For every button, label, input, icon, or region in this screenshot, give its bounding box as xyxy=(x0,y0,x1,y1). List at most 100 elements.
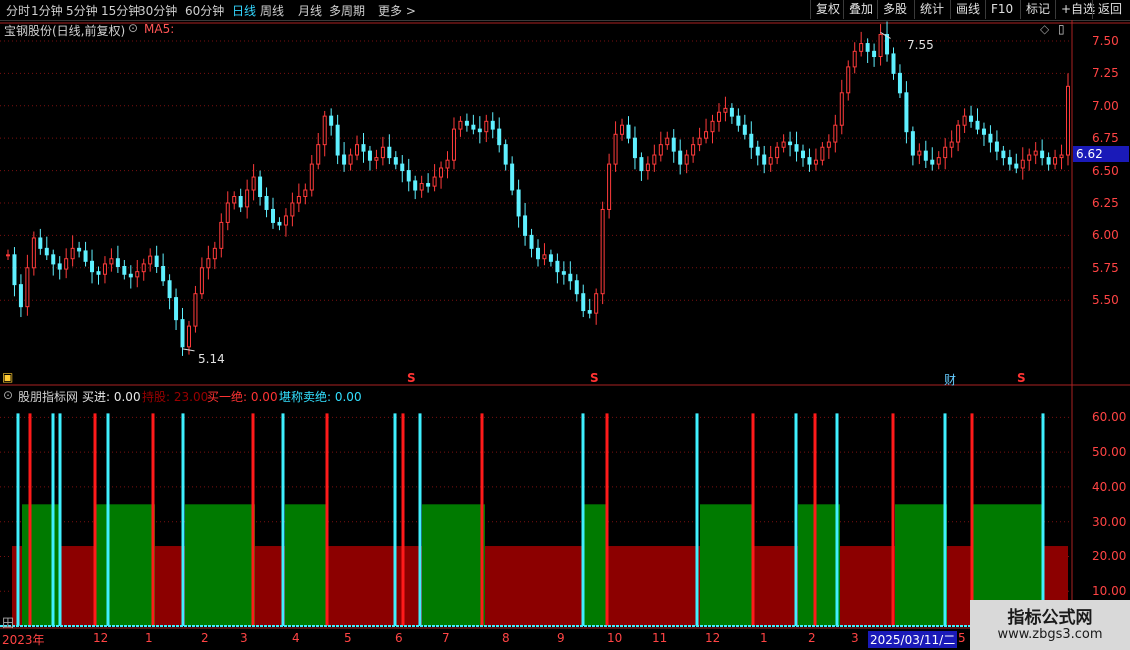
candle-body xyxy=(309,163,314,191)
event-marker-s[interactable]: S xyxy=(590,371,599,385)
price-tick-label: 7.25 xyxy=(1092,66,1119,81)
candle-body xyxy=(897,72,902,94)
candle-body xyxy=(794,144,799,152)
toolbar-button[interactable]: F10 xyxy=(985,0,1018,19)
green-band xyxy=(583,504,608,626)
toolbar-button[interactable]: 复权 xyxy=(810,0,845,19)
candle-body xyxy=(1046,157,1051,165)
candle-body xyxy=(148,255,153,265)
indicator-settings-icon[interactable]: ⊙ xyxy=(3,388,13,402)
candle-body xyxy=(846,66,851,94)
date-axis-label: 11 xyxy=(652,631,668,645)
sell-signal-bar xyxy=(891,413,895,626)
candle-body xyxy=(775,146,780,159)
buy-value: 买进: 0.00 xyxy=(82,390,141,404)
watermark-logo: 指标公式网 www.zbgs3.com xyxy=(970,600,1130,650)
candle-body xyxy=(96,271,101,275)
toolbar-button[interactable]: 统计 xyxy=(914,0,949,19)
event-marker-finance[interactable]: 财 xyxy=(944,371,956,388)
candle-body xyxy=(374,157,379,161)
ma-settings-icon[interactable]: ⊙ xyxy=(128,21,138,35)
candle-body xyxy=(413,180,418,191)
candle-body xyxy=(962,115,967,126)
candle-body xyxy=(490,120,495,130)
candle-body xyxy=(393,157,398,165)
date-axis-label: 12 xyxy=(705,631,721,645)
candle-body xyxy=(264,196,269,210)
candle-body xyxy=(245,189,250,208)
candle-body xyxy=(975,120,980,130)
candle-body xyxy=(697,137,702,146)
toolbar-button[interactable]: 画线 xyxy=(950,0,985,19)
toolbar-button[interactable]: 多股 xyxy=(877,0,912,19)
candle-body xyxy=(671,137,676,152)
period-tab[interactable]: 周线 xyxy=(260,2,284,19)
green-band xyxy=(185,504,255,626)
price-tick-label: 5.50 xyxy=(1092,293,1119,308)
diamond-icon[interactable]: ◇ xyxy=(1040,22,1049,36)
hold-value: 持股: 23.00 xyxy=(142,390,209,404)
candle-body xyxy=(691,144,696,156)
candle-body xyxy=(936,157,941,165)
candle-body xyxy=(749,133,754,148)
toolbar-button[interactable]: 返回 xyxy=(1092,0,1127,19)
red-band xyxy=(752,546,798,626)
period-tab[interactable]: 30分钟 xyxy=(138,2,177,19)
red-band xyxy=(608,546,700,626)
period-tab[interactable]: 1分钟 xyxy=(31,2,63,19)
buy-signal-bar xyxy=(695,413,699,626)
panel-toggle-icon[interactable]: ▯ xyxy=(1058,22,1065,36)
date-axis-label: 2025/03/11/二 xyxy=(868,631,958,648)
candle-body xyxy=(859,43,864,52)
period-tab[interactable]: 多周期 xyxy=(329,2,365,19)
candle-body xyxy=(807,157,812,165)
sell-signal-bar xyxy=(813,413,817,626)
candle-body xyxy=(1020,159,1025,169)
candle-body xyxy=(186,325,191,348)
candle-body xyxy=(180,319,185,348)
candle-body xyxy=(1027,154,1032,161)
candle-body xyxy=(387,146,392,159)
candle-body xyxy=(891,53,896,74)
period-tab[interactable]: 日线 xyxy=(232,2,256,19)
period-tab[interactable]: 月线 xyxy=(298,2,322,19)
event-marker-s[interactable]: S xyxy=(1017,371,1026,385)
period-tab[interactable]: 60分钟 xyxy=(185,2,224,19)
period-tab[interactable]: 15分钟 xyxy=(101,2,140,19)
box-icon[interactable]: ▣ xyxy=(2,370,13,384)
toolbar-button[interactable]: 标记 xyxy=(1020,0,1055,19)
sell-signal-bar xyxy=(605,413,609,626)
period-tab[interactable]: 分时 xyxy=(6,2,30,19)
candle-body xyxy=(529,234,534,249)
red-band xyxy=(155,546,185,626)
candle-body xyxy=(251,176,256,191)
candle-body xyxy=(44,247,49,256)
candle-body xyxy=(536,247,540,260)
candle-body xyxy=(542,254,547,260)
date-axis-label: 1 xyxy=(760,631,768,645)
candle-body xyxy=(1040,150,1045,159)
grid-icon[interactable]: 田 xyxy=(2,614,14,631)
candle-body xyxy=(729,107,734,117)
buy-signal-bar xyxy=(281,413,285,626)
candle-body xyxy=(716,111,721,122)
period-tab[interactable]: 5分钟 xyxy=(66,2,98,19)
candle-body xyxy=(910,131,915,156)
event-marker-s[interactable]: S xyxy=(407,371,416,385)
candle-body xyxy=(329,115,334,126)
candle-body xyxy=(988,133,993,143)
candle-body xyxy=(626,124,631,139)
candle-body xyxy=(271,208,275,223)
date-axis-label: 9 xyxy=(557,631,565,645)
period-tab[interactable]: 更多 > xyxy=(378,2,416,19)
toolbar-button[interactable]: 叠加 xyxy=(843,0,878,19)
candle-body xyxy=(872,50,877,58)
date-axis-label: 2 xyxy=(201,631,209,645)
candle-body xyxy=(135,271,140,278)
candle-body xyxy=(212,247,217,260)
candle-body xyxy=(684,154,689,165)
date-axis-label: 7 xyxy=(442,631,450,645)
buy-signal-bar xyxy=(418,413,422,626)
candle-body xyxy=(865,43,870,52)
red-band xyxy=(485,546,583,626)
